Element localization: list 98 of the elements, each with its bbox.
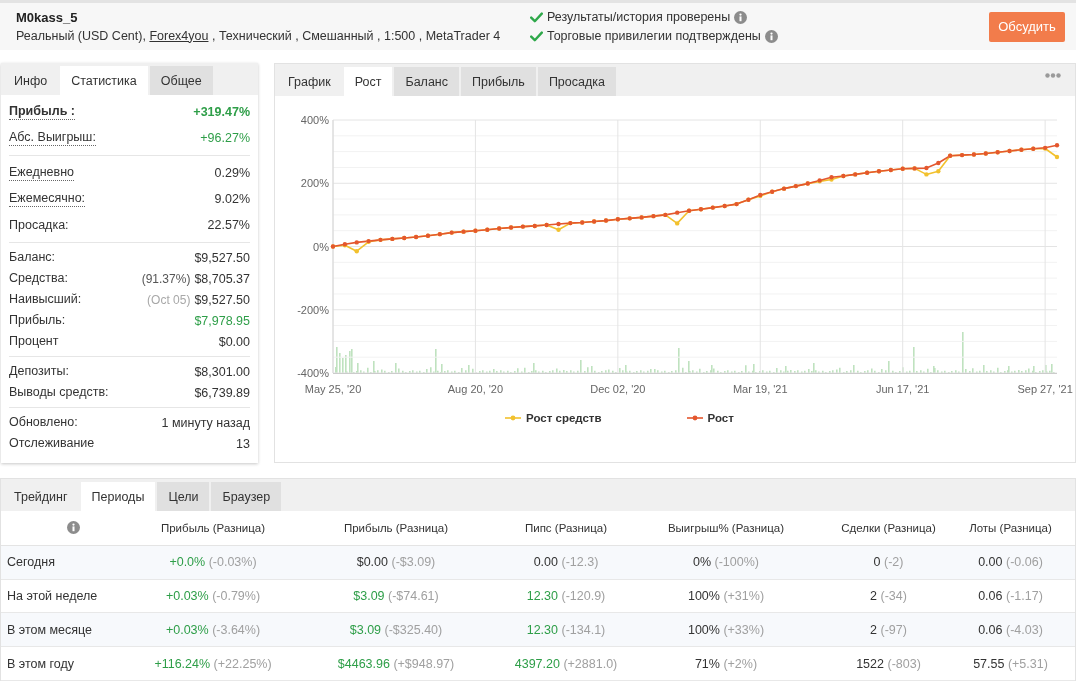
stat-note: (Oct 05) [147,292,191,307]
tab[interactable]: Трейдинг [3,482,79,511]
tab[interactable]: График [277,67,342,96]
period-stat: $0.00 (-$3.09) [356,555,436,570]
stat-value: 0.29% [214,166,250,180]
period-stat: $3.09 (-$325.40) [349,622,443,637]
period-stat: 0 (-2) [873,555,904,570]
period-stat: $3.09 (-$74.61) [353,589,439,603]
info-icon[interactable] [764,29,778,43]
stat-label: Средства: [9,271,68,286]
stat-note: (91.37%) [141,271,191,286]
stat-value: $9,527.50 [194,292,250,307]
x-axis-label: Sep 27, '21 [1017,383,1073,395]
tab[interactable]: Рост [343,67,393,96]
stat-label: Прибыль: [9,313,66,328]
period-stat: 0.00 (-0.06) [978,555,1043,570]
period-stat: 0.06 (-4.03) [978,622,1043,637]
stat-label: Обновлено: [9,415,78,430]
info-icon[interactable] [66,521,80,535]
period-stat: 0.00 (-12.3) [533,555,599,570]
column-header: Выигрыш% (Разница) [667,521,785,534]
tab[interactable]: Баланс [394,67,459,96]
period-stat: 0% (-100%) [693,555,759,570]
x-axis-label: Dec 02, '20 [590,383,646,395]
legend-label[interactable]: Рост средств [526,412,602,424]
stat-value: 13 [236,436,250,451]
period-stat: +0.03% (-0.79%) [165,589,261,603]
verification-text: Результаты/история проверены [547,10,731,24]
stat-label: Депозиты: [9,364,69,379]
tab[interactable]: Статистика [60,66,148,95]
period-stat: +0.0% (-0.03%) [169,555,257,570]
stat-value: $9,527.50 [194,250,250,265]
y-axis-label: -400% [297,367,329,379]
stat-value: $6,739.89 [194,385,250,400]
tab[interactable]: Периоды [80,482,156,511]
stat-label: Прибыль : [9,104,75,120]
stat-value: $8,705.37 [194,271,250,286]
stat-value: +319.47% [193,105,250,119]
stat-label: Просадка: [9,217,69,233]
period-stat: 12.30 (-120.9) [526,589,606,603]
period-stat: 100% (+31%) [687,589,765,603]
broker-link[interactable]: Forex4you [149,28,209,43]
y-axis-label: 400% [300,114,329,126]
tab[interactable]: Браузер [211,482,282,511]
period-stat: 12.30 (-134.1) [526,622,606,637]
column-header: Сделки (Разница) [841,521,936,534]
stat-label: Ежедневно [9,165,75,181]
period-stat: 1522 (-803) [856,656,921,671]
period-stat: +116.24% (+22.25%) [154,656,272,671]
verification-text: Торговые привилегии подтверждены [547,29,761,43]
tab[interactable]: Просадка [537,67,616,96]
info-icon[interactable] [734,10,748,24]
column-header: Пипс (Разница) [524,521,608,534]
tab[interactable]: Цели [157,482,210,511]
stat-label: Выводы средств: [9,385,109,400]
period-stat: $4463.96 (+$948.97) [337,656,455,671]
x-axis-label: Mar 19, '21 [732,383,788,395]
stat-label: Баланс: [9,250,56,265]
stat-value: $7,978.95 [194,313,250,328]
column-header: Прибыль (Разница) [343,521,449,534]
stat-value: 1 минуту назад [161,415,250,430]
tab[interactable]: Прибыль [461,67,536,96]
account-details: Реальный (USD Cent), Forex4you , Технический , Смешанный , 1:500 , MetaTrader 4 [16,28,501,44]
stat-value: 9.02% [214,192,250,206]
y-axis-label: 200% [300,177,329,190]
period-stat: 100% (+33%) [687,622,765,637]
y-axis-label: -200% [297,303,329,316]
stat-value: +96.27% [200,131,250,145]
stat-label: Процент [9,334,59,349]
period-stat: 2 (-34) [870,589,907,603]
column-header: Прибыль (Разница) [160,521,266,534]
account-name: M0kass_5 [16,9,78,25]
stat-label: Абс. Выигрыш: [9,130,96,146]
period-stat: 2 (-97) [870,622,907,637]
period-label: На этой неделе [7,589,98,603]
tab[interactable]: Общее [149,66,213,95]
period-label: В этом месяце [7,622,93,637]
period-label: Сегодня [7,555,55,570]
y-axis-label: 0% [313,240,329,253]
stat-value: $0.00 [218,334,250,349]
period-stat: 71% (+2%) [694,656,758,671]
column-header: Лоты (Разница) [969,521,1052,534]
stat-label: Наивысший: [9,292,82,307]
stat-value: 22.57% [207,218,250,232]
x-axis-label: May 25, '20 [304,383,362,395]
period-stat: 0.06 (-1.17) [978,589,1043,603]
x-axis-label: Aug 20, '20 [447,383,504,395]
stat-label: Отслеживание [9,436,95,451]
tab[interactable]: Инфо [3,66,59,95]
period-stat: 57.55 (+5.31) [973,656,1048,671]
period-label: В этом году [7,656,75,671]
period-stat: +0.03% (-3.64%) [165,622,261,637]
x-axis-label: Jun 17, '21 [875,383,930,395]
legend-label[interactable]: Рост [707,412,734,424]
period-stat: 4397.20 (+2881.0) [514,656,618,671]
stat-value: $8,301.00 [194,364,250,379]
more-icon[interactable] [1045,72,1061,78]
stat-label: Ежемесячно: [9,191,86,207]
